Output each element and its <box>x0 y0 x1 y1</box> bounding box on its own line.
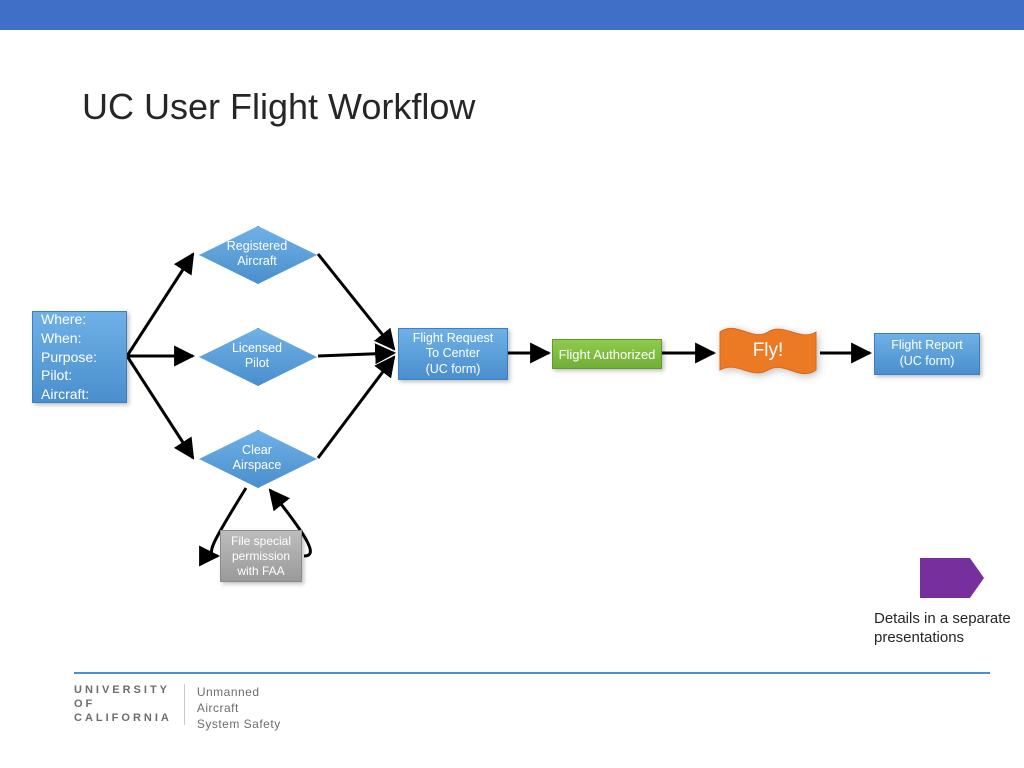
diagram-canvas: Where: When: Purpose: Pilot: Aircraft: R… <box>0 0 1024 768</box>
footer-sub-line: Aircraft <box>197 700 281 716</box>
node-flight-report: Flight Report (UC form) <box>874 333 980 375</box>
start-line: Pilot: <box>41 366 97 385</box>
diamond-label: Licensed Pilot <box>199 328 315 384</box>
footer-sub: Unmanned Aircraft System Safety <box>185 684 281 733</box>
footer-org-line: UNIVERSITY <box>74 684 172 698</box>
node-file-special: File special permission with FAA <box>220 530 302 582</box>
node-flight-request: Flight Request To Center (UC form) <box>398 328 508 380</box>
node-start-text: Where: When: Purpose: Pilot: Aircraft: <box>41 310 97 404</box>
diamond-label: Registered Aircraft <box>199 226 315 282</box>
node-registered-aircraft: Registered Aircraft <box>199 226 315 282</box>
arrows-layer <box>0 0 1024 768</box>
footer-org-line: CALIFORNIA <box>74 712 172 726</box>
footer-sub-line: Unmanned <box>197 684 281 700</box>
start-line: Purpose: <box>41 348 97 367</box>
footer-org-line: OF <box>74 698 172 712</box>
node-fly-label: Fly! <box>718 320 818 382</box>
footer-sub-line: System Safety <box>197 716 281 732</box>
node-clear-airspace: Clear Airspace <box>199 430 315 486</box>
node-licensed-pilot: Licensed Pilot <box>199 328 315 384</box>
start-line: Where: <box>41 310 97 329</box>
diamond-label: Clear Airspace <box>199 430 315 486</box>
node-flight-authorized: Flight Authorized <box>552 339 662 369</box>
node-flight-report-label: Flight Report (UC form) <box>891 338 963 369</box>
node-start: Where: When: Purpose: Pilot: Aircraft: <box>32 311 127 403</box>
details-arrow-icon <box>920 558 984 598</box>
node-fly: Fly! <box>718 320 818 382</box>
footer-org: UNIVERSITY OF CALIFORNIA <box>74 684 185 725</box>
start-line: Aircraft: <box>41 385 97 404</box>
node-file-special-label: File special permission with FAA <box>231 534 291 579</box>
start-line: When: <box>41 329 97 348</box>
node-flight-authorized-label: Flight Authorized <box>559 347 656 362</box>
details-caption: Details in a separate presentations <box>874 610 1024 648</box>
footer: UNIVERSITY OF CALIFORNIA Unmanned Aircra… <box>74 684 281 733</box>
node-flight-request-label: Flight Request To Center (UC form) <box>413 331 494 378</box>
footer-rule <box>74 672 990 674</box>
